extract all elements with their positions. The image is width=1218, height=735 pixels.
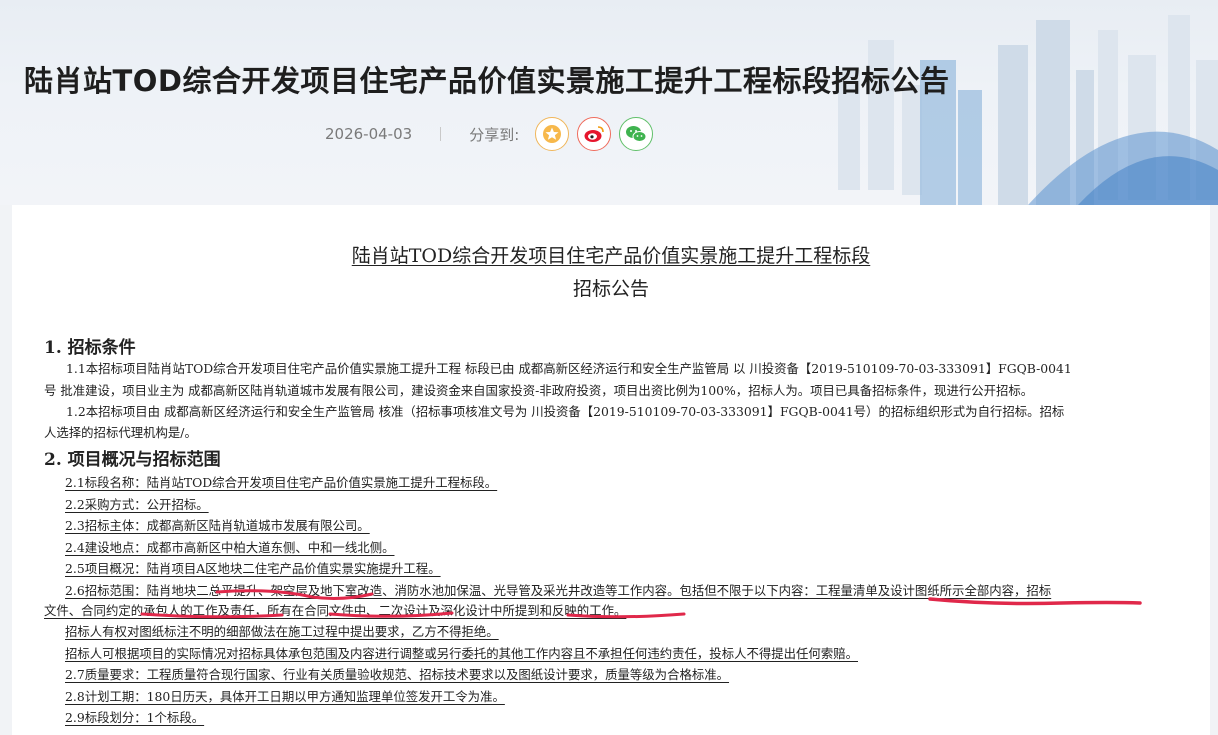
meta-divider: [440, 127, 442, 141]
list-item: 2.5项目概况：陆肖项目A区地块二住宅产品价值实景实施提升工程。: [65, 559, 1205, 579]
share-wechat-button[interactable]: [619, 117, 654, 151]
list-item-text: 2.6招标范围：陆肖地块二总平提升、架空层及地下室改造、消防水池加保温、光导管及…: [65, 583, 1052, 598]
meta-row: 2026-04-03 分享到:: [325, 116, 661, 152]
list-item-text: 2.3招标主体：成都高新区陆肖轨道城市发展有限公司。: [65, 518, 370, 533]
list-item: 2.3招标主体：成都高新区陆肖轨道城市发展有限公司。: [65, 516, 1205, 536]
list-item: 招标人有权对图纸标注不明的细部做法在施工过程中提出要求，乙方不得拒绝。: [65, 622, 1205, 642]
list-item: 2.6招标范围：陆肖地块二总平提升、架空层及地下室改造、消防水池加保温、光导管及…: [65, 581, 1205, 601]
list-item-text: 招标人可根据项目的实际情况对招标具体承包范围及内容进行调整或另行委托的其他工作内…: [65, 646, 858, 661]
list-item: 2.1标段名称：陆肖站TOD综合开发项目住宅产品价值实景施工提升工程标段。: [65, 473, 1205, 493]
list-item: 2.7质量要求：工程质量符合现行国家、行业有关质量验收规范、招标技术要求以及图纸…: [65, 665, 1205, 685]
share-label: 分享到:: [469, 125, 520, 144]
article-card: 陆肖站TOD综合开发项目住宅产品价值实景施工提升工程标段 招标公告 1. 招标条…: [12, 205, 1210, 735]
list-item-text: 文件、合同约定的承包人的工作及责任，所有在合同文件中、二次设计及深化设计中所提到…: [44, 603, 627, 618]
page-banner: 陆肖站TOD综合开发项目住宅产品价值实景施工提升工程标段招标公告 2026-04…: [0, 0, 1218, 205]
list-item-text: 2.9标段划分：1个标段。: [65, 710, 205, 725]
weibo-icon: [584, 126, 605, 142]
list-item: 2.8计划工期：180日历天，具体开工日期以甲方通知监理单位签发开工令为准。: [65, 687, 1205, 707]
document-title-text: 陆肖站TOD综合开发项目住宅产品价值实景施工提升工程标段: [351, 245, 871, 267]
favorite-icon: [543, 125, 562, 143]
share-favorite-button[interactable]: [535, 117, 570, 151]
document-title-line1: 陆肖站TOD综合开发项目住宅产品价值实景施工提升工程标段: [12, 241, 1210, 268]
list-item: 2.4建设地点：成都市高新区中柏大道东侧、中和一线北侧。: [65, 538, 1205, 558]
list-item-text: 2.1标段名称：陆肖站TOD综合开发项目住宅产品价值实景施工提升工程标段。: [65, 475, 498, 490]
list-item-text: 2.7质量要求：工程质量符合现行国家、行业有关质量验收规范、招标技术要求以及图纸…: [65, 667, 730, 682]
list-item-continuation: 文件、合同约定的承包人的工作及责任，所有在合同文件中、二次设计及深化设计中所提到…: [44, 601, 1184, 621]
section-heading-1: 1. 招标条件: [44, 338, 136, 358]
list-item-text: 2.4建设地点：成都市高新区中柏大道东侧、中和一线北侧。: [65, 540, 395, 555]
list-item-text: 2.5项目概况：陆肖项目A区地块二住宅产品价值实景实施提升工程。: [65, 561, 441, 576]
paragraph-line: 人选择的招标代理机构是/。: [44, 425, 197, 440]
list-item-text: 2.2采购方式：公开招标。: [65, 497, 209, 512]
section-heading-2: 2. 项目概况与招标范围: [44, 450, 221, 470]
paragraph-line: 号 批准建设，项目业主为 成都高新区陆肖轨道城市发展有限公司，建设资金来自国家投…: [44, 383, 1034, 398]
list-item: 2.2采购方式：公开招标。: [65, 495, 1205, 515]
page-title: 陆肖站TOD综合开发项目住宅产品价值实景施工提升工程标段招标公告: [24, 64, 950, 98]
wechat-icon: [626, 126, 647, 142]
publish-date: 2026-04-03: [325, 125, 413, 143]
paragraph-line: 1.1本招标项目陆肖站TOD综合开发项目住宅产品价值实景施工提升工程 标段已由 …: [66, 361, 1072, 376]
paragraph-line: 1.2本招标项目由 成都高新区经济运行和安全生产监管局 核准（招标事项核准文号为…: [66, 404, 1065, 419]
city-skyline-illustration: [838, 15, 1218, 205]
document-title-line2: 招标公告: [572, 278, 649, 300]
list-item: 2.9标段划分：1个标段。: [65, 708, 1205, 728]
list-item: 招标人可根据项目的实际情况对招标具体承包范围及内容进行调整或另行委托的其他工作内…: [65, 644, 1205, 664]
list-item-text: 招标人有权对图纸标注不明的细部做法在施工过程中提出要求，乙方不得拒绝。: [65, 624, 499, 639]
list-item-text: 2.8计划工期：180日历天，具体开工日期以甲方通知监理单位签发开工令为准。: [65, 689, 505, 704]
share-weibo-button[interactable]: [577, 117, 612, 151]
